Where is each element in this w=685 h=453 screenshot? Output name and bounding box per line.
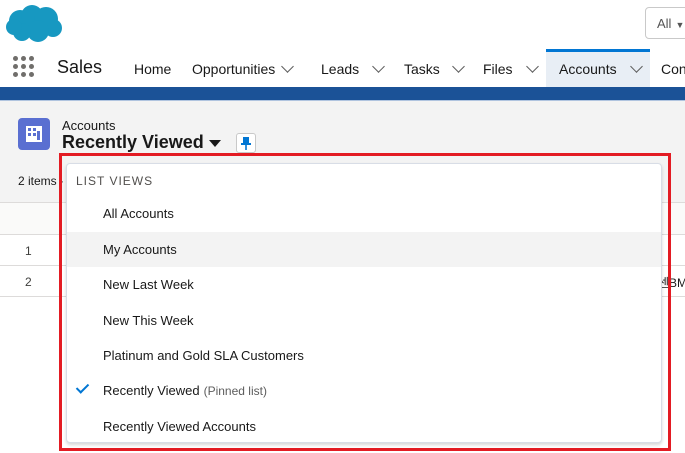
app-navigation-bar: Sales Home Opportunities Leads Tasks Fil… [0, 49, 685, 88]
pin-list-button[interactable] [236, 133, 256, 153]
tab-contacts[interactable]: Con [650, 49, 685, 87]
caret-down-icon[interactable] [209, 140, 221, 147]
tab-leads[interactable]: Leads [306, 49, 390, 87]
chevron-down-icon[interactable] [281, 60, 295, 73]
tab-files[interactable]: Files [470, 49, 546, 87]
tab-label: Tasks [404, 61, 440, 77]
tab-label: Home [134, 61, 172, 77]
search-scope-label: All [657, 16, 672, 31]
search-scope-dropdown[interactable]: All ▼ [645, 7, 685, 39]
chevron-down-icon: ▼ [675, 20, 685, 30]
chevron-down-icon[interactable] [451, 60, 465, 73]
object-label: Accounts [62, 118, 116, 133]
tab-accounts[interactable]: Accounts [546, 49, 650, 87]
tab-label: Accounts [559, 61, 617, 77]
tab-opportunities[interactable]: Opportunities [182, 49, 306, 87]
app-launcher-icon[interactable] [13, 56, 35, 78]
row-number: 1 [25, 244, 32, 258]
chevron-down-icon[interactable] [629, 60, 643, 73]
tab-label: Opportunities [192, 61, 276, 77]
tab-label: Con [661, 61, 685, 77]
chevron-down-icon[interactable] [525, 60, 539, 73]
app-name: Sales [57, 57, 103, 77]
global-header: All ▼ [0, 0, 685, 49]
tab-home[interactable]: Home [122, 49, 182, 87]
item-count: 2 items · [18, 174, 65, 188]
pin-icon [241, 137, 251, 150]
account-object-icon [18, 118, 50, 150]
row-number: 2 [25, 275, 32, 289]
tab-label: Leads [321, 61, 360, 77]
highlight-annotation-box [59, 153, 671, 451]
chevron-down-icon[interactable] [372, 60, 386, 73]
tab-label: Files [483, 61, 513, 77]
list-view-title[interactable]: Recently Viewed [62, 132, 204, 153]
salesforce-logo[interactable] [5, 4, 63, 44]
tab-tasks[interactable]: Tasks [390, 49, 470, 87]
nav-accent-bar [0, 87, 685, 101]
